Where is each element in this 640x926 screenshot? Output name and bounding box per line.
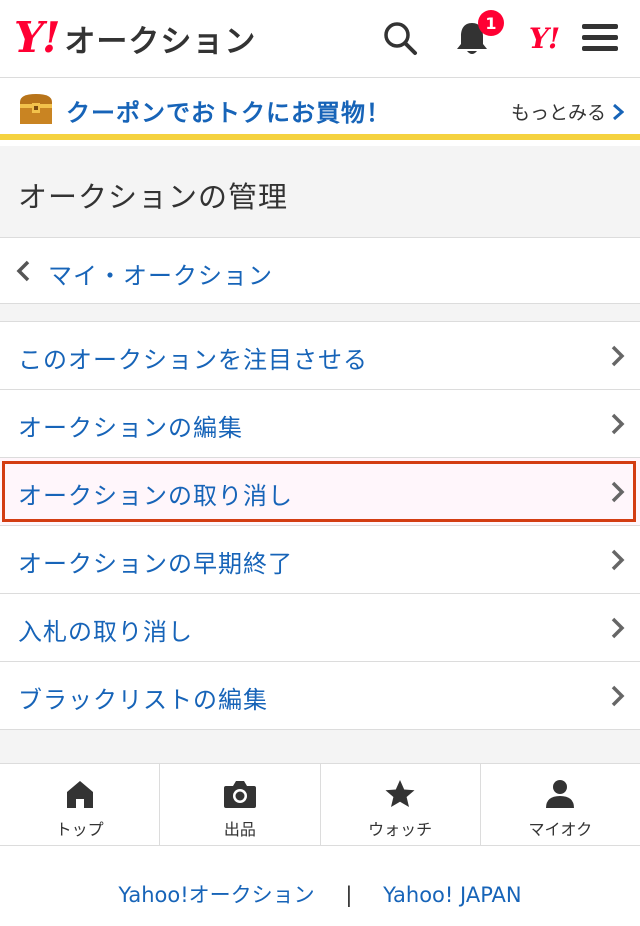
menu-item-early-end-auction[interactable]: オークションの早期終了 — [0, 526, 640, 594]
nav-label: 出品 — [223, 820, 256, 839]
nav-watch[interactable]: ウォッチ — [321, 764, 481, 845]
menu-item-edit-auction[interactable]: オークションの編集 — [0, 390, 640, 458]
back-to-my-auction[interactable]: マイ・オークション — [0, 238, 640, 304]
auction-management-menu: このオークションを注目させる オークションの編集 オークションの取り消し オーク… — [0, 322, 640, 730]
user-icon — [542, 776, 578, 812]
camera-icon — [222, 776, 258, 812]
yahoo-japan-icon[interactable]: Y! — [520, 14, 568, 62]
star-icon — [382, 776, 418, 812]
section-spacer — [0, 730, 640, 764]
menu-item-feature-auction[interactable]: このオークションを注目させる — [0, 322, 640, 390]
menu-item-cancel-auction[interactable]: オークションの取り消し — [0, 458, 640, 526]
bottom-navigation: トップ 出品 ウォッチ マイオク — [0, 764, 640, 846]
chevron-right-icon — [611, 481, 625, 503]
nav-label: トップ — [55, 820, 104, 839]
chevron-right-icon — [611, 617, 625, 639]
notification-badge: 1 — [478, 10, 504, 36]
yahoo-auction-logo[interactable]: Y! オークション — [14, 14, 256, 62]
coupon-banner[interactable]: クーポンでおトクにお買物！ もっとみる — [0, 78, 640, 140]
more-link[interactable]: もっとみる — [511, 98, 624, 125]
nav-label: マイオク — [528, 820, 593, 839]
menu-item-label: 入札の取り消し — [18, 618, 193, 646]
footer-separator: | — [345, 883, 353, 907]
hamburger-menu-icon[interactable] — [576, 14, 624, 62]
chevron-right-icon — [611, 345, 625, 367]
footer-links: Yahoo!オークション | Yahoo! JAPAN — [0, 879, 640, 909]
menu-item-cancel-bid[interactable]: 入札の取り消し — [0, 594, 640, 662]
coupon-text: クーポンでおトクにお買物！ — [66, 99, 391, 127]
footer-link-yahoo-japan[interactable]: Yahoo! JAPAN — [383, 883, 522, 907]
chevron-right-icon — [611, 685, 625, 707]
logo-mark: Y! — [14, 13, 60, 62]
app-header: Y! オークション 1 Y! — [0, 0, 640, 78]
menu-item-label: オークションの早期終了 — [18, 550, 293, 578]
back-link-label: マイ・オークション — [48, 262, 273, 290]
chevron-right-icon — [611, 549, 625, 571]
menu-item-edit-blacklist[interactable]: ブラックリストの編集 — [0, 662, 640, 730]
chevron-right-icon — [613, 103, 624, 120]
chevron-left-icon — [16, 260, 30, 282]
yj-mark: Y! — [528, 21, 560, 55]
menu-item-label: オークションの取り消し — [18, 482, 293, 510]
nav-label: ウォッチ — [368, 820, 433, 839]
menu-item-label: ブラックリストの編集 — [18, 686, 268, 714]
section-spacer — [0, 304, 640, 322]
nav-my-auction[interactable]: マイオク — [481, 764, 640, 845]
home-icon — [62, 776, 98, 812]
chevron-right-icon — [611, 413, 625, 435]
search-icon[interactable] — [376, 14, 424, 62]
section-header: オークションの管理 — [0, 146, 640, 238]
nav-sell[interactable]: 出品 — [160, 764, 321, 845]
menu-item-label: オークションの編集 — [18, 414, 243, 442]
logo-text: オークション — [64, 23, 257, 60]
footer-link-yahoo-auction[interactable]: Yahoo!オークション — [118, 883, 314, 907]
page-footer: Yahoo!オークション | Yahoo! JAPAN — [0, 846, 640, 926]
nav-top[interactable]: トップ — [0, 764, 161, 845]
treasure-chest-icon — [18, 92, 54, 126]
more-link-label: もっとみる — [510, 102, 606, 124]
menu-item-label: このオークションを注目させる — [18, 346, 368, 374]
page-title: オークションの管理 — [18, 180, 289, 214]
